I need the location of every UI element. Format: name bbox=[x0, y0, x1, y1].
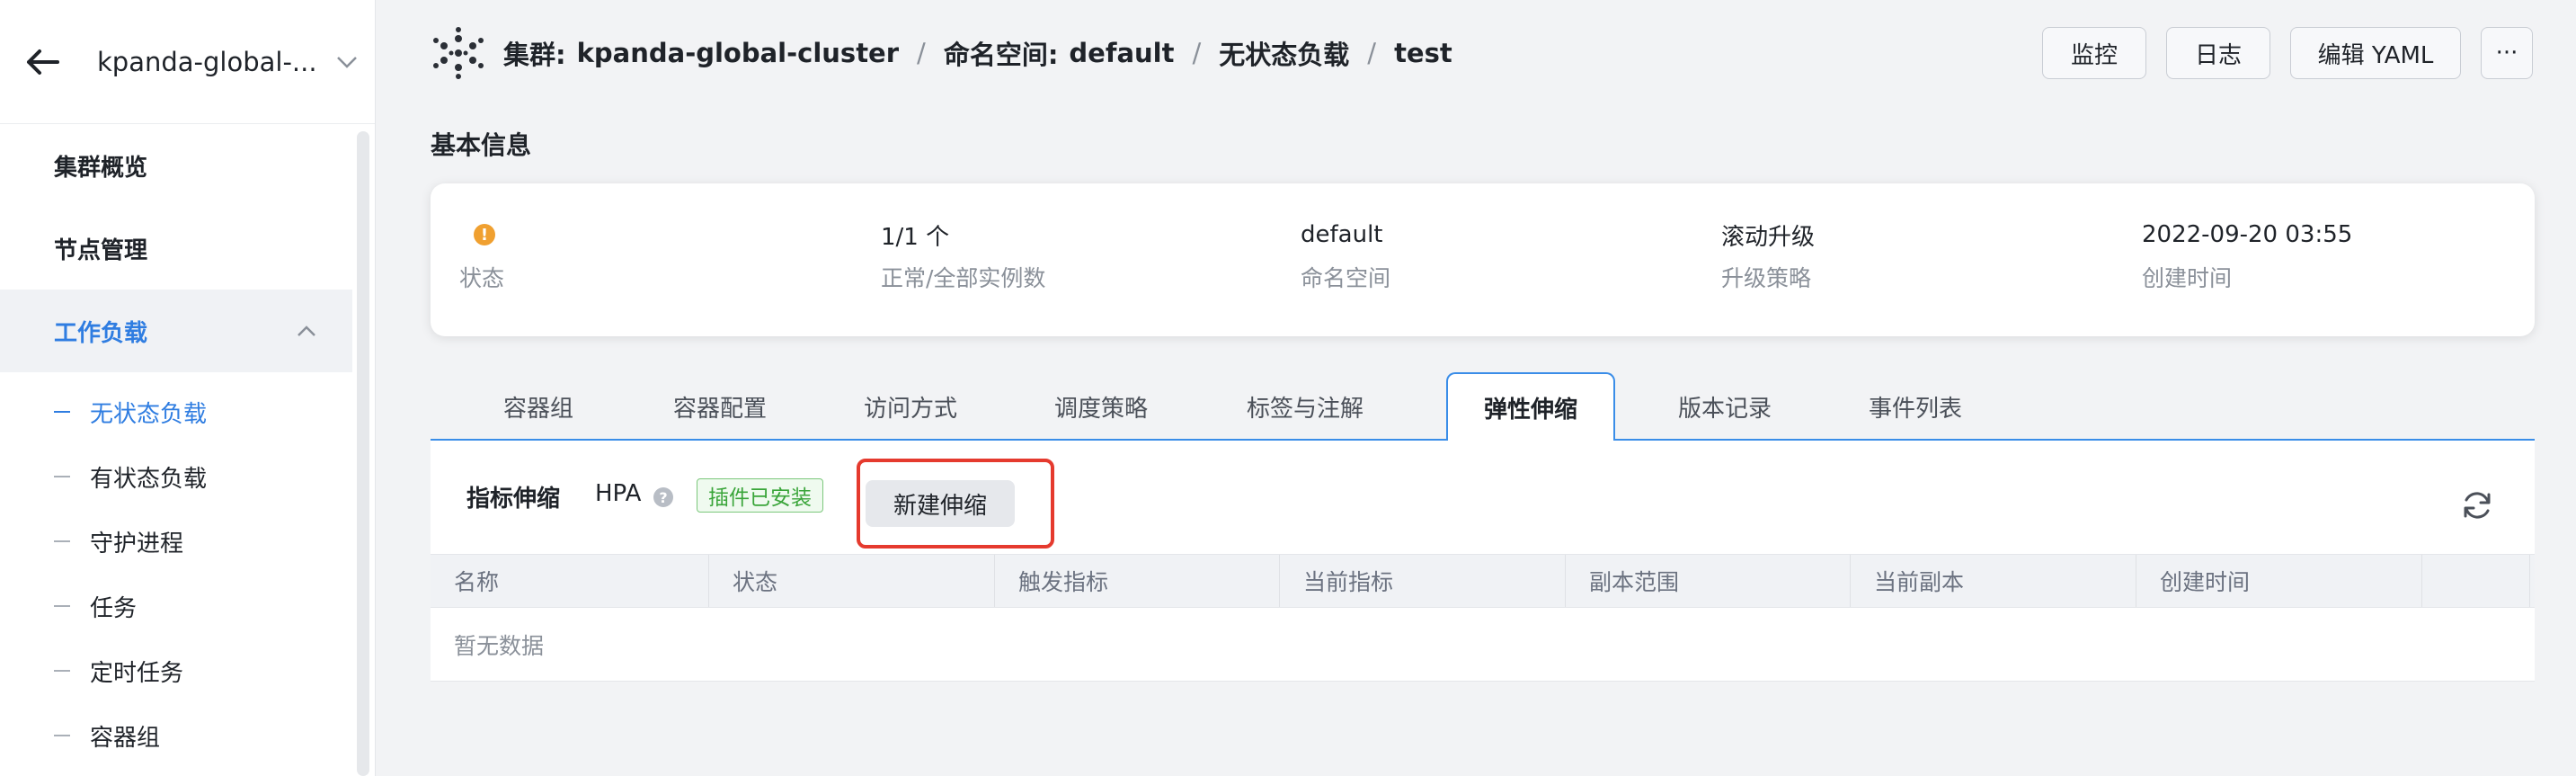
info-label: 状态 bbox=[459, 265, 505, 291]
info-value: 滚动升级 bbox=[1721, 223, 1816, 251]
sidebar-sub-deployments[interactable]: 无状态负载 bbox=[0, 379, 352, 444]
breadcrumb-workload-type[interactable]: 无状态负载 bbox=[1219, 34, 1349, 72]
warning-icon[interactable]: ! bbox=[474, 224, 495, 245]
info-strategy: 滚动升级 升级策略 bbox=[1721, 219, 1815, 293]
info-status: ! 状态 bbox=[459, 219, 504, 293]
sidebar-sub-cronjobs[interactable]: 定时任务 bbox=[0, 638, 352, 703]
breadcrumb-namespace[interactable]: default bbox=[1069, 38, 1174, 68]
tab-access[interactable]: 访问方式 bbox=[839, 372, 982, 441]
table-header: 名称 状态 触发指标 当前指标 副本范围 当前副本 创建时间 bbox=[431, 554, 2535, 608]
tab-autoscaling[interactable]: 弹性伸缩 bbox=[1446, 372, 1615, 442]
hpa-toolbar: 指标伸缩 HPA ? 插件已安装 新建伸缩 bbox=[431, 441, 2535, 554]
sidebar-sub-daemonsets[interactable]: 守护进程 bbox=[0, 509, 352, 574]
tab-labels-annotations[interactable]: 标签与注解 bbox=[1220, 372, 1390, 441]
dash bbox=[54, 476, 70, 477]
breadcrumb-separator: / bbox=[917, 38, 926, 68]
info-instances: 1/1 个 正常/全部实例数 bbox=[881, 219, 1045, 293]
tab-container-config[interactable]: 容器配置 bbox=[648, 372, 792, 441]
chevron-up-icon bbox=[298, 325, 315, 336]
empty-state: 暂无数据 bbox=[431, 608, 2535, 682]
top-actions: 监控 日志 编辑 YAML ··· bbox=[2042, 27, 2533, 79]
tab-events[interactable]: 事件列表 bbox=[1843, 372, 1987, 441]
column-header[interactable]: 名称 bbox=[431, 555, 709, 607]
dash bbox=[54, 411, 70, 413]
refresh-icon[interactable] bbox=[2459, 487, 2495, 523]
sidebar-sub-statefulsets[interactable]: 有状态负载 bbox=[0, 444, 352, 509]
sidebar-sub-label: 守护进程 bbox=[90, 530, 184, 557]
info-namespace: default 命名空间 bbox=[1301, 219, 1390, 293]
sidebar-menu: 集群概览 节点管理 工作负载 无状态负载 有状态负载 守护进程 任务 定时任务 … bbox=[0, 124, 352, 768]
edit-yaml-button[interactable]: 编辑 YAML bbox=[2290, 27, 2461, 79]
column-header[interactable]: 副本范围 bbox=[1566, 555, 1851, 607]
breadcrumb-separator: / bbox=[1192, 38, 1202, 68]
tab-revisions[interactable]: 版本记录 bbox=[1653, 372, 1797, 441]
info-label: 正常/全部实例数 bbox=[881, 265, 1046, 291]
info-created: 2022-09-20 03:55 创建时间 bbox=[2142, 219, 2352, 293]
sidebar-sub-label: 容器组 bbox=[90, 724, 161, 752]
tab-bar: 容器组 容器配置 访问方式 调度策略 标签与注解 弹性伸缩 版本记录 事件列表 bbox=[431, 372, 2535, 442]
sidebar-sub-label: 无状态负载 bbox=[90, 400, 208, 428]
cluster-logo-icon bbox=[433, 27, 484, 79]
column-header[interactable]: 当前指标 bbox=[1280, 555, 1566, 607]
info-label: 命名空间 bbox=[1301, 265, 1391, 291]
tab-scheduling[interactable]: 调度策略 bbox=[1029, 372, 1173, 441]
info-value: default bbox=[1301, 221, 1383, 248]
monitor-button[interactable]: 监控 bbox=[2042, 27, 2146, 79]
info-value: 1/1 个 bbox=[881, 223, 950, 251]
dash bbox=[54, 670, 70, 672]
tab-pods[interactable]: 容器组 bbox=[475, 372, 601, 441]
sidebar-item-label: 工作负载 bbox=[54, 319, 148, 347]
basic-info-title: 基本信息 bbox=[431, 130, 532, 160]
column-header[interactable]: 当前副本 bbox=[1851, 555, 2136, 607]
sidebar-sub-label: 定时任务 bbox=[90, 659, 184, 687]
column-header-actions bbox=[2422, 555, 2530, 607]
autoscaling-panel: 指标伸缩 HPA ? 插件已安装 新建伸缩 名称 状态 触发指标 当前指标 副本… bbox=[431, 441, 2535, 682]
cluster-selector[interactable]: kpanda-global-... bbox=[97, 37, 358, 87]
breadcrumb-namespace-prefix: 命名空间: bbox=[943, 40, 1059, 70]
sidebar-item-workloads[interactable]: 工作负载 bbox=[0, 290, 352, 372]
breadcrumb-cluster[interactable]: kpanda-global-cluster bbox=[577, 38, 899, 68]
plugin-installed-badge: 插件已安装 bbox=[697, 478, 823, 513]
hpa-label: HPA bbox=[595, 480, 642, 507]
dash bbox=[54, 605, 70, 607]
chevron-down-icon bbox=[337, 56, 357, 68]
sidebar: kpanda-global-... 集群概览 节点管理 工作负载 无状态负载 有… bbox=[0, 0, 376, 776]
info-label: 创建时间 bbox=[2142, 265, 2233, 291]
question-icon[interactable]: ? bbox=[653, 487, 673, 507]
log-button[interactable]: 日志 bbox=[2166, 27, 2270, 79]
sidebar-item-cluster-overview[interactable]: 集群概览 bbox=[0, 124, 352, 207]
column-header[interactable]: 状态 bbox=[709, 555, 995, 607]
top-bar: 集群: kpanda-global-cluster / 命名空间: defaul… bbox=[376, 0, 2576, 106]
hpa-title: 指标伸缩 bbox=[466, 486, 561, 513]
breadcrumb-separator: / bbox=[1367, 38, 1377, 68]
breadcrumb-cluster-prefix: 集群: bbox=[503, 40, 566, 70]
sidebar-item-node-management[interactable]: 节点管理 bbox=[0, 207, 352, 290]
breadcrumb: 集群: kpanda-global-cluster / 命名空间: defaul… bbox=[503, 34, 1452, 72]
sidebar-sub-label: 任务 bbox=[90, 594, 138, 622]
cluster-name: kpanda-global-... bbox=[97, 46, 317, 77]
column-header[interactable]: 创建时间 bbox=[2136, 555, 2422, 607]
sidebar-sub-pods[interactable]: 容器组 bbox=[0, 703, 352, 768]
sidebar-item-label: 节点管理 bbox=[54, 236, 148, 264]
basic-info-card: ! 状态 1/1 个 正常/全部实例数 default 命名空间 滚动升级 升级… bbox=[431, 183, 2535, 336]
sidebar-header: kpanda-global-... bbox=[0, 0, 375, 124]
column-header[interactable]: 触发指标 bbox=[995, 555, 1280, 607]
sidebar-scrollbar[interactable] bbox=[357, 131, 369, 776]
sidebar-sub-label: 有状态负载 bbox=[90, 465, 208, 493]
back-button[interactable] bbox=[11, 31, 74, 94]
breadcrumb-workload: test bbox=[1394, 38, 1452, 68]
info-value: 2022-09-20 03:55 bbox=[2142, 221, 2353, 248]
new-autoscaling-button[interactable]: 新建伸缩 bbox=[866, 480, 1015, 527]
arrow-left-icon bbox=[27, 49, 59, 75]
more-button[interactable]: ··· bbox=[2481, 27, 2533, 79]
sidebar-item-label: 集群概览 bbox=[54, 154, 148, 182]
dash bbox=[54, 540, 70, 542]
info-label: 升级策略 bbox=[1721, 265, 1812, 291]
dash bbox=[54, 735, 70, 736]
sidebar-sub-jobs[interactable]: 任务 bbox=[0, 574, 352, 638]
